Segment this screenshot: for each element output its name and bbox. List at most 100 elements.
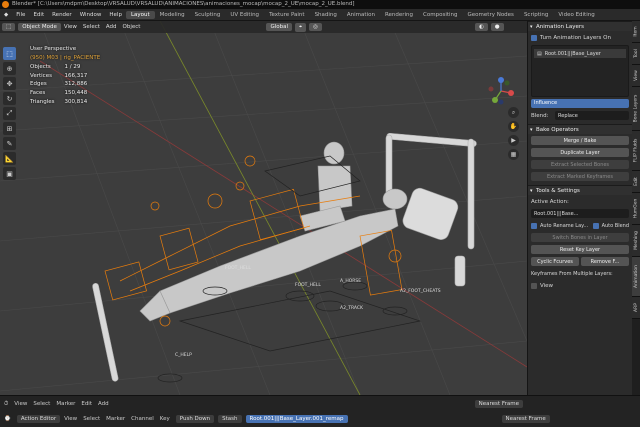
top-snapping-dropdown[interactable]: Nearest Frame bbox=[474, 400, 523, 408]
action-menu-key[interactable]: Key bbox=[160, 416, 170, 422]
transform-orientation-dropdown[interactable]: Global bbox=[266, 23, 293, 31]
overlay-icon[interactable]: ◐ bbox=[474, 23, 488, 31]
merge-bake-button[interactable]: Merge / Bake bbox=[531, 136, 629, 145]
object-label: C_HELP bbox=[175, 353, 192, 358]
tab-animation[interactable]: Animation bbox=[342, 11, 380, 19]
influence-slider[interactable]: Influence bbox=[531, 99, 629, 108]
grid-icon[interactable]: ▦ bbox=[508, 149, 519, 160]
menu-help[interactable]: Help bbox=[105, 12, 126, 18]
window-title: Blender* [C:\Users\mdpm\Desktop\VRSALUD\… bbox=[12, 1, 355, 7]
tab-label: Item bbox=[633, 26, 639, 37]
action-menu-select[interactable]: Select bbox=[83, 416, 100, 422]
tab-meshing[interactable]: Meshing bbox=[632, 225, 640, 257]
add-cube-tool-icon[interactable]: ▣ bbox=[3, 167, 16, 180]
viewport-menu-select[interactable]: Select bbox=[83, 24, 100, 30]
tab-texture-paint[interactable]: Texture Paint bbox=[264, 11, 310, 19]
tools-settings-header[interactable]: Tools & Settings bbox=[528, 185, 632, 196]
action-menu-marker[interactable]: Marker bbox=[106, 416, 125, 422]
object-label: FOOT_HELL bbox=[225, 266, 251, 271]
timeline-editor-icon[interactable]: ⏱ bbox=[4, 401, 8, 408]
timeline-menu-select[interactable]: Select bbox=[33, 401, 50, 407]
snap-icon[interactable]: ⌖ bbox=[295, 22, 307, 32]
tab-sculpting[interactable]: Sculpting bbox=[190, 11, 226, 19]
tab-flip-fluids[interactable]: FLIP Fluids bbox=[632, 131, 640, 171]
turn-layers-on-checkbox[interactable] bbox=[531, 34, 537, 41]
tab-layout[interactable]: Layout bbox=[125, 10, 155, 19]
stat-value: 166,317 bbox=[64, 72, 88, 79]
transform-tool-icon[interactable]: ⊞ bbox=[3, 122, 16, 135]
reset-key-layer-button[interactable]: Reset Key Layer bbox=[531, 245, 629, 254]
camera-view-icon[interactable]: ▶ bbox=[508, 135, 519, 146]
tab-scripting[interactable]: Scripting bbox=[519, 11, 553, 19]
select-tool-icon[interactable]: ⬚ bbox=[3, 47, 16, 60]
tab-arp[interactable]: ARP bbox=[632, 297, 640, 319]
tab-modeling[interactable]: Modeling bbox=[155, 11, 190, 19]
list-item[interactable]: ▤ Root.001|||Base_Layer bbox=[534, 49, 626, 58]
extract-selected-bones-button[interactable]: Extract Selected Bones bbox=[531, 160, 629, 169]
rotate-tool-icon[interactable]: ↻ bbox=[3, 92, 16, 105]
cyclic-fcurves-button[interactable]: Cyclic Fcurves bbox=[531, 257, 579, 266]
timeline-menu-view[interactable]: View bbox=[14, 401, 27, 407]
stat-label: Objects bbox=[30, 64, 51, 71]
timeline-menu-edit[interactable]: Edit bbox=[81, 401, 92, 407]
auto-blend-checkbox[interactable] bbox=[592, 222, 599, 229]
action-editor-icon[interactable]: ⌚ bbox=[4, 416, 11, 422]
tab-animation-sidebar[interactable]: Animation bbox=[632, 257, 640, 297]
zoom-icon[interactable]: ⌕ bbox=[508, 107, 519, 118]
tab-rendering[interactable]: Rendering bbox=[380, 11, 418, 19]
menu-render[interactable]: Render bbox=[48, 12, 76, 18]
timeline-menu-add[interactable]: Add bbox=[98, 401, 109, 407]
tab-uv-editing[interactable]: UV Editing bbox=[225, 11, 264, 19]
measure-tool-icon[interactable]: 📐 bbox=[3, 152, 16, 165]
action-menu-view[interactable]: View bbox=[64, 416, 77, 422]
animation-layers-header[interactable]: Animation Layers bbox=[528, 21, 632, 32]
extract-marked-keyframes-button[interactable]: Extract Marked Keyframes bbox=[531, 172, 629, 181]
stat-value: 300,814 bbox=[64, 98, 88, 105]
tab-shading[interactable]: Shading bbox=[310, 11, 342, 19]
proportional-edit-icon[interactable]: ◎ bbox=[309, 23, 322, 31]
tab-geometry-nodes[interactable]: Geometry Nodes bbox=[463, 11, 519, 19]
bake-operators-header[interactable]: Bake Operators bbox=[528, 124, 632, 135]
tab-bone-layers[interactable]: Bone Layers bbox=[632, 87, 640, 131]
move-tool-icon[interactable]: ✥ bbox=[3, 77, 16, 90]
viewport-menu-object[interactable]: Object bbox=[123, 24, 141, 30]
cursor-tool-icon[interactable]: ⊕ bbox=[3, 62, 16, 75]
blender-menu-icon[interactable]: ◆ bbox=[0, 12, 12, 18]
tab-video-editing[interactable]: Video Editing bbox=[553, 11, 599, 19]
navigation-gizmo[interactable] bbox=[486, 76, 516, 106]
menu-window[interactable]: Window bbox=[76, 12, 106, 18]
tab-view[interactable]: View bbox=[632, 65, 640, 87]
tab-compositing[interactable]: Compositing bbox=[418, 11, 462, 19]
duplicate-layer-button[interactable]: Duplicate Layer bbox=[531, 148, 629, 157]
tab-edit[interactable]: Edit bbox=[632, 171, 640, 193]
3d-viewport[interactable]: ⬚ Object Mode View Select Add Object Glo… bbox=[0, 21, 527, 395]
timeline-menu-marker[interactable]: Marker bbox=[56, 401, 75, 407]
action-selector[interactable]: Root.001|||Base_Layer.001_remap bbox=[245, 415, 348, 423]
active-action-field[interactable]: Root.001|||Base... bbox=[531, 209, 629, 218]
remove-fcurves-button[interactable]: Remove F... bbox=[581, 257, 629, 266]
menu-file[interactable]: File bbox=[12, 12, 29, 18]
layers-list[interactable]: ▤ Root.001|||Base_Layer bbox=[531, 45, 629, 97]
tab-humgen[interactable]: HumGen bbox=[632, 193, 640, 225]
stats-table: Objects 1 / 29 Vertices 166,317 Edges 312,8… bbox=[30, 63, 97, 106]
scale-tool-icon[interactable]: ⤢ bbox=[3, 107, 16, 120]
editor-type-icon[interactable]: ⬚ bbox=[2, 23, 16, 31]
editor-mode-dropdown[interactable]: Action Editor bbox=[16, 415, 61, 423]
push-down-button[interactable]: Push Down bbox=[175, 415, 215, 423]
pan-hand-icon[interactable]: ✋ bbox=[508, 121, 519, 132]
menu-edit[interactable]: Edit bbox=[29, 12, 48, 18]
switch-bones-button[interactable]: Switch Bones in Layer bbox=[531, 233, 629, 242]
action-menu-channel[interactable]: Channel bbox=[131, 416, 154, 422]
bottom-snapping-dropdown[interactable]: Nearest Frame bbox=[501, 415, 550, 423]
blend-dropdown[interactable]: Replace bbox=[555, 111, 629, 120]
stash-button[interactable]: Stash bbox=[218, 415, 242, 423]
tab-item[interactable]: Item bbox=[632, 21, 640, 43]
tab-tool[interactable]: Tool bbox=[632, 43, 640, 65]
viewport-menu-add[interactable]: Add bbox=[106, 24, 117, 30]
view-checkbox[interactable] bbox=[531, 282, 537, 289]
object-mode-dropdown[interactable]: Object Mode bbox=[18, 23, 61, 31]
annotate-tool-icon[interactable]: ✎ bbox=[3, 137, 16, 150]
auto-rename-checkbox[interactable] bbox=[531, 222, 537, 229]
shading-icon[interactable]: ● bbox=[490, 23, 504, 31]
viewport-menu-view[interactable]: View bbox=[64, 24, 77, 30]
